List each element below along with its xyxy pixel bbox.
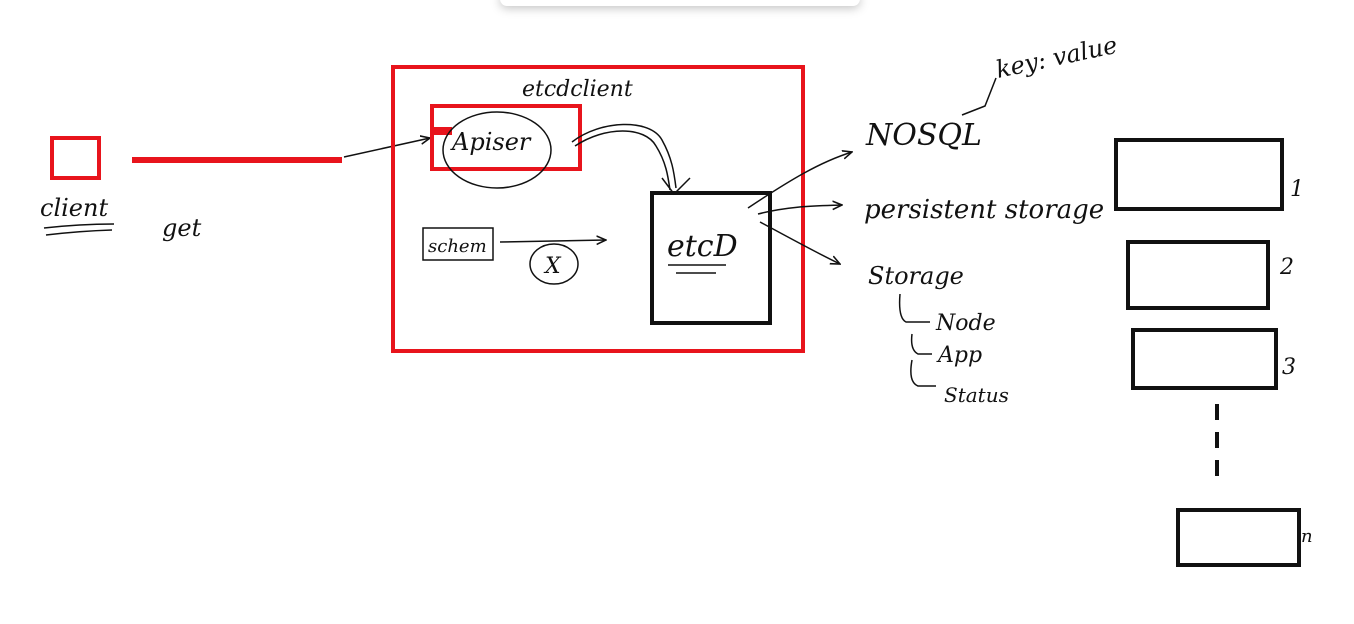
apiserver-to-etcd-arrow-second — [574, 130, 671, 191]
etcd-client-boundary — [391, 65, 805, 353]
stack-box-1 — [1114, 138, 1284, 211]
etcd-client-label: etcdclient — [522, 77, 633, 102]
storage-tree-branch — [898, 293, 936, 387]
schema-label: schem — [428, 236, 487, 257]
nosql-label: NOSQL — [865, 118, 982, 153]
client-underline — [43, 223, 115, 236]
stack-label-1: 1 — [1290, 177, 1304, 202]
etcd-label: etcD — [667, 229, 738, 264]
stack-box-2 — [1126, 240, 1270, 310]
apiserver-to-etcd-arrow — [571, 123, 677, 189]
stack-label-3: 3 — [1282, 355, 1296, 380]
storage-app-label: App — [936, 343, 982, 368]
nosql-arrow — [747, 152, 852, 209]
get-label: get — [162, 214, 202, 242]
stack-label-2: 2 — [1279, 255, 1294, 280]
storage-status-label: Status — [944, 383, 1009, 407]
client-label: client — [40, 194, 108, 222]
apiserver-label: Apiser — [450, 128, 532, 156]
etcd-underline — [668, 264, 726, 274]
client-box — [50, 136, 101, 180]
x-mark-label: X — [543, 254, 562, 279]
request-arrow — [343, 138, 430, 158]
stack-box-3 — [1131, 328, 1278, 390]
schema-arrow — [499, 240, 606, 242]
stack-label-n: n — [1301, 526, 1313, 547]
stack-box-n — [1176, 508, 1301, 567]
storage-label: Storage — [868, 262, 964, 290]
storage-node-label: Node — [935, 311, 996, 336]
key-value-connector — [961, 77, 997, 116]
key-value-label: key: value — [993, 31, 1119, 84]
persistent-storage-label: persistent storage — [864, 195, 1104, 225]
whiteboard-canvas[interactable]: client get etcdclient Apiser schem X etc… — [0, 0, 1354, 624]
